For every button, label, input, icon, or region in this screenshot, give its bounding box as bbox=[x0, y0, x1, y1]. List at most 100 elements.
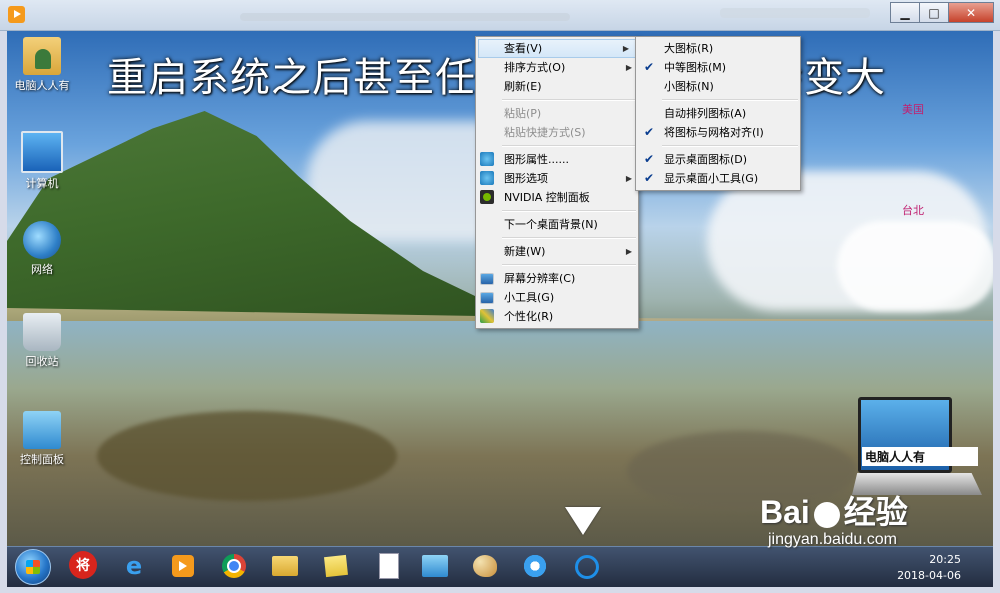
menu-separator bbox=[502, 99, 636, 101]
reef-rock bbox=[97, 411, 397, 501]
taskbar-q-app-icon[interactable] bbox=[575, 555, 599, 579]
window-titlebar[interactable]: ▁ □ ✕ bbox=[0, 0, 1000, 31]
view-submenu: 大图标(R) ✔ 中等图标(M) 小图标(N) 自动排列图标(A) ✔ 将图标与网格… bbox=[635, 36, 801, 191]
computer-icon bbox=[21, 131, 63, 173]
submenu-arrow-icon: ▶ bbox=[625, 63, 632, 72]
menu-item-label: 个性化(R) bbox=[504, 310, 554, 323]
gadget-label-usa: 美国 bbox=[902, 103, 924, 116]
graphics-icon bbox=[480, 171, 494, 185]
menu-item-paste: 粘贴(P) bbox=[476, 104, 638, 123]
taskbar-flower-icon[interactable] bbox=[522, 553, 548, 579]
desktop-icon-network[interactable]: 网络 bbox=[7, 221, 77, 277]
taskbar-document-icon[interactable] bbox=[379, 553, 399, 579]
menu-item-screen-resolution[interactable]: 屏幕分辨率(C) bbox=[476, 269, 638, 288]
user-folder-icon bbox=[23, 37, 61, 75]
menu-item-label: 小图标(N) bbox=[664, 80, 714, 93]
network-icon bbox=[23, 221, 61, 259]
baidu-watermark: Bai 经验 jingyan.baidu.com bbox=[760, 487, 908, 548]
menu-item-label: 粘贴(P) bbox=[504, 107, 542, 120]
submenu-arrow-icon: ▶ bbox=[625, 174, 632, 183]
check-icon: ✔ bbox=[644, 152, 655, 166]
menu-item-view[interactable]: 查看(V) ▶ bbox=[478, 39, 636, 58]
desktop-icon-control-panel[interactable]: 控制面板 bbox=[7, 411, 77, 467]
logo-text: 电脑人人有 bbox=[862, 447, 978, 466]
menu-item-personalize[interactable]: 个性化(R) bbox=[476, 307, 638, 326]
baidu-url: jingyan.baidu.com bbox=[768, 531, 897, 548]
menu-item-label: 排序方式(O) bbox=[504, 61, 566, 74]
clock-date[interactable]: 2018-04-06 bbox=[897, 569, 961, 582]
menu-item-refresh[interactable]: 刷新(E) bbox=[476, 77, 638, 96]
close-button[interactable]: ✕ bbox=[948, 2, 994, 23]
menu-item-next-background[interactable]: 下一个桌面背景(N) bbox=[476, 215, 638, 234]
desktop-icon-recycle-bin[interactable]: 回收站 bbox=[7, 313, 77, 369]
submenu-item-show-gadgets[interactable]: ✔ 显示桌面小工具(G) bbox=[636, 169, 800, 188]
down-arrow-icon bbox=[565, 507, 601, 535]
submenu-arrow-icon: ▶ bbox=[622, 44, 629, 53]
submenu-arrow-icon: ▶ bbox=[625, 247, 632, 256]
menu-item-label: 下一个桌面背景(N) bbox=[504, 218, 598, 231]
menu-separator bbox=[662, 145, 798, 147]
desktop-icon-user-folder[interactable]: 电脑人人有 bbox=[7, 37, 77, 93]
start-button[interactable] bbox=[15, 549, 51, 585]
submenu-item-medium-icons[interactable]: ✔ 中等图标(M) bbox=[636, 58, 800, 77]
menu-item-nvidia-control-panel[interactable]: NVIDIA 控制面板 bbox=[476, 188, 638, 207]
desktop-icon-label: 电脑人人有 bbox=[14, 79, 70, 92]
gadgets-icon bbox=[480, 292, 494, 304]
maximize-button[interactable]: □ bbox=[919, 2, 949, 23]
minimize-button[interactable]: ▁ bbox=[890, 2, 920, 23]
baidu-brand-2: 经验 bbox=[843, 494, 908, 530]
submenu-item-align-to-grid[interactable]: ✔ 将图标与网格对齐(I) bbox=[636, 123, 800, 142]
desktop-icon-label: 回收站 bbox=[25, 355, 59, 368]
taskbar-sticky-notes-icon[interactable] bbox=[324, 554, 348, 578]
menu-item-paste-shortcut: 粘贴快捷方式(S) bbox=[476, 123, 638, 142]
menu-item-label: 小工具(G) bbox=[504, 291, 555, 304]
menu-item-label: NVIDIA 控制面板 bbox=[504, 191, 590, 204]
menu-item-label: 粘贴快捷方式(S) bbox=[504, 126, 586, 139]
control-panel-icon bbox=[23, 411, 61, 449]
submenu-item-show-desktop-icons[interactable]: ✔ 显示桌面图标(D) bbox=[636, 150, 800, 169]
menu-item-new[interactable]: 新建(W) ▶ bbox=[476, 242, 638, 261]
baidu-brand: Bai bbox=[760, 494, 810, 530]
menu-item-label: 显示桌面小工具(G) bbox=[664, 172, 759, 185]
menu-item-graphics-options[interactable]: 图形选项 ▶ bbox=[476, 169, 638, 188]
taskbar-control-panel-icon[interactable] bbox=[422, 555, 448, 577]
submenu-item-small-icons[interactable]: 小图标(N) bbox=[636, 77, 800, 96]
gadget-label-taipei: 台北 bbox=[902, 204, 924, 217]
submenu-item-auto-arrange[interactable]: 自动排列图标(A) bbox=[636, 104, 800, 123]
check-icon: ✔ bbox=[644, 171, 655, 185]
taskbar-ie-icon[interactable]: e bbox=[119, 551, 149, 581]
check-icon: ✔ bbox=[644, 60, 655, 74]
menu-item-label: 中等图标(M) bbox=[664, 61, 727, 74]
taskbar-chrome-icon[interactable] bbox=[222, 554, 246, 578]
desktop-icon-label: 控制面板 bbox=[20, 453, 64, 466]
menu-separator bbox=[502, 210, 636, 212]
desktop-icon-computer[interactable]: 计算机 bbox=[7, 131, 77, 191]
blurred-title-text bbox=[240, 13, 570, 21]
baidu-paw-icon bbox=[813, 501, 840, 528]
menu-item-label: 查看(V) bbox=[504, 42, 543, 55]
nvidia-icon bbox=[480, 190, 494, 204]
submenu-item-large-icons[interactable]: 大图标(R) bbox=[636, 39, 800, 58]
menu-item-sort-by[interactable]: 排序方式(O) ▶ bbox=[476, 58, 638, 77]
menu-separator bbox=[662, 99, 798, 101]
desktop-icon-label: 计算机 bbox=[25, 177, 59, 190]
menu-item-label: 将图标与网格对齐(I) bbox=[664, 126, 764, 139]
menu-item-label: 显示桌面图标(D) bbox=[664, 153, 748, 166]
taskbar-player-icon[interactable] bbox=[172, 555, 194, 577]
recycle-bin-icon bbox=[23, 313, 61, 351]
graphics-icon bbox=[480, 152, 494, 166]
menu-item-label: 刷新(E) bbox=[504, 80, 542, 93]
menu-separator bbox=[502, 237, 636, 239]
desktop-icon-label: 网络 bbox=[31, 263, 53, 276]
menu-item-label: 自动排列图标(A) bbox=[664, 107, 747, 120]
taskbar-paint-icon[interactable] bbox=[473, 555, 497, 577]
monitor-icon bbox=[480, 273, 494, 285]
system-tray: 20:25 2018-04-06 bbox=[833, 549, 983, 585]
taskbar-jiang-app[interactable]: 将 bbox=[69, 551, 97, 579]
clock-time[interactable]: 20:25 bbox=[929, 553, 961, 566]
menu-item-gadgets[interactable]: 小工具(G) bbox=[476, 288, 638, 307]
menu-item-graphics-properties[interactable]: 图形属性...... bbox=[476, 150, 638, 169]
taskbar-explorer-icon[interactable] bbox=[272, 556, 298, 576]
menu-item-label: 屏幕分辨率(C) bbox=[504, 272, 576, 285]
player-app-icon[interactable] bbox=[8, 6, 25, 23]
